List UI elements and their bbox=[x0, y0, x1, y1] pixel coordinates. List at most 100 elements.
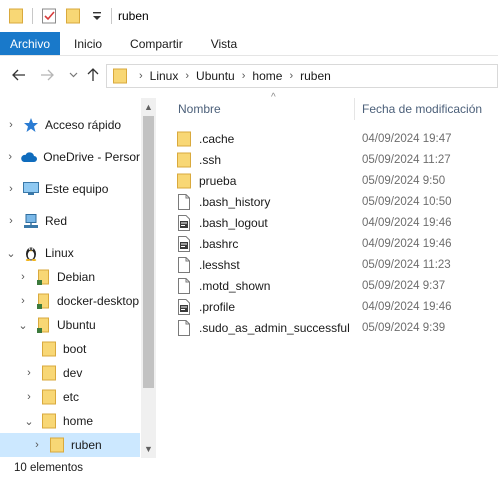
folder-icon bbox=[176, 131, 192, 147]
file-name: .profile bbox=[199, 299, 236, 314]
file-row[interactable]: .sudo_as_admin_successful 05/09/2024 9:39 bbox=[176, 317, 498, 338]
file-row[interactable]: .bashrc 04/09/2024 19:46 bbox=[176, 233, 498, 254]
chevron-right-icon[interactable]: › bbox=[289, 70, 293, 82]
back-button[interactable] bbox=[8, 64, 30, 86]
forward-button[interactable] bbox=[36, 64, 58, 86]
breadcrumb-home[interactable]: home bbox=[252, 69, 282, 83]
file-row[interactable]: .ssh 05/09/2024 11:27 bbox=[176, 149, 498, 170]
chevron-down-icon[interactable]: ⌄ bbox=[24, 415, 34, 428]
tree-item-ruben[interactable]: › ruben bbox=[0, 433, 140, 457]
quick-access-dropdown-icon[interactable] bbox=[89, 8, 105, 24]
chevron-right-icon[interactable]: › bbox=[242, 70, 246, 82]
breadcrumb-ubuntu[interactable]: Ubuntu bbox=[196, 69, 235, 83]
file-list: ^ Nombre Fecha de modificación .cache 04/… bbox=[164, 92, 498, 458]
tree-item-este-equipo[interactable]: › Este equipo bbox=[0, 177, 140, 201]
arrow-up-icon bbox=[87, 68, 99, 81]
navigation-pane-scrollbar[interactable]: ▲ ▼ bbox=[141, 98, 156, 458]
scroll-up-arrow-icon[interactable]: ▲ bbox=[141, 100, 156, 114]
file-icon bbox=[176, 256, 192, 273]
tree-item-etc[interactable]: › etc bbox=[0, 385, 140, 409]
chevron-right-icon[interactable]: › bbox=[6, 183, 16, 195]
chevron-right-icon[interactable]: › bbox=[6, 119, 16, 131]
recent-locations-button[interactable] bbox=[62, 64, 84, 86]
tree-item-label: Este equipo bbox=[45, 182, 109, 196]
file-modified-date: 04/09/2024 19:46 bbox=[362, 300, 452, 313]
script-file-icon bbox=[176, 214, 192, 231]
chevron-down-icon[interactable]: ⌄ bbox=[18, 319, 28, 332]
navigation-pane: › Acceso rápido › OneDrive - Persor › Es… bbox=[0, 98, 156, 458]
tree-item-dev[interactable]: › dev bbox=[0, 361, 140, 385]
folder-icon bbox=[40, 365, 57, 381]
file-row[interactable]: .bash_history 05/09/2024 10:50 bbox=[176, 191, 498, 212]
arrow-left-icon bbox=[12, 69, 25, 81]
arrow-right-icon bbox=[41, 69, 54, 81]
file-row[interactable]: .motd_shown 05/09/2024 9:37 bbox=[176, 275, 498, 296]
tree-item-docker-desktop[interactable]: › docker-desktop bbox=[0, 289, 140, 313]
tree-item-debian[interactable]: › Debian bbox=[0, 265, 140, 289]
tree-item-label: Linux bbox=[45, 246, 74, 260]
script-file-icon bbox=[176, 298, 192, 315]
file-row[interactable]: .bash_logout 04/09/2024 19:46 bbox=[176, 212, 498, 233]
tree-item-label: OneDrive - Persor bbox=[43, 150, 140, 164]
file-row[interactable]: prueba 05/09/2024 9:50 bbox=[176, 170, 498, 191]
tab-vista[interactable]: Vista bbox=[197, 32, 251, 55]
chevron-right-icon[interactable]: › bbox=[6, 215, 16, 227]
file-name: .lesshst bbox=[199, 257, 240, 272]
tree-item-label: boot bbox=[63, 342, 87, 356]
chevron-right-icon[interactable]: › bbox=[18, 295, 28, 307]
up-button[interactable] bbox=[82, 64, 104, 86]
file-modified-date: 05/09/2024 9:39 bbox=[362, 321, 446, 334]
chevron-right-icon[interactable]: › bbox=[24, 391, 34, 403]
file-icon bbox=[176, 277, 192, 294]
penguin-icon bbox=[22, 245, 39, 261]
chevron-right-icon[interactable]: › bbox=[18, 271, 28, 283]
script-file-icon bbox=[176, 235, 192, 252]
folder-icon bbox=[34, 269, 51, 285]
chevron-right-icon[interactable]: › bbox=[185, 70, 189, 82]
breadcrumb-ruben[interactable]: ruben bbox=[300, 69, 331, 83]
tree-item-linux[interactable]: ⌄ Linux bbox=[0, 241, 140, 265]
scrollbar-thumb[interactable] bbox=[143, 116, 154, 388]
chevron-right-icon[interactable]: › bbox=[24, 367, 34, 379]
breadcrumb-linux[interactable]: Linux bbox=[150, 69, 179, 83]
tree-item-label: home bbox=[63, 414, 94, 428]
properties-check-icon[interactable] bbox=[41, 8, 57, 24]
file-name: .cache bbox=[199, 131, 235, 146]
cloud-icon bbox=[20, 149, 38, 165]
file-modified-date: 05/09/2024 10:50 bbox=[362, 195, 452, 208]
column-header-modified[interactable]: Fecha de modificación bbox=[362, 94, 498, 124]
title-bar: ruben bbox=[0, 0, 498, 32]
folder-icon bbox=[176, 173, 192, 189]
file-row[interactable]: .profile 04/09/2024 19:46 bbox=[176, 296, 498, 317]
tab-inicio[interactable]: Inicio bbox=[60, 32, 116, 55]
tab-archivo[interactable]: Archivo bbox=[0, 32, 61, 55]
file-modified-date: 04/09/2024 19:47 bbox=[362, 132, 452, 145]
tree-item-red[interactable]: › Red bbox=[0, 209, 140, 233]
new-folder-icon[interactable] bbox=[65, 8, 81, 24]
tree-item-boot[interactable]: boot bbox=[0, 337, 140, 361]
file-name: .bashrc bbox=[199, 236, 239, 251]
chevron-right-icon: › bbox=[139, 70, 143, 82]
window-title: ruben bbox=[118, 9, 149, 23]
tree-item-label: Red bbox=[45, 214, 68, 228]
divider bbox=[111, 8, 112, 24]
chevron-down-icon[interactable]: ⌄ bbox=[6, 247, 16, 260]
file-row[interactable]: .cache 04/09/2024 19:47 bbox=[176, 128, 498, 149]
tree-item-acceso-rapido[interactable]: › Acceso rápido bbox=[0, 113, 140, 137]
chevron-right-icon[interactable]: › bbox=[32, 439, 42, 451]
chevron-right-icon[interactable]: › bbox=[6, 151, 14, 163]
column-header-name[interactable]: ^ Nombre bbox=[178, 92, 348, 124]
tree-item-onedrive[interactable]: › OneDrive - Persor bbox=[0, 145, 140, 169]
file-name-cell: .bash_history bbox=[176, 193, 362, 210]
tree-item-home[interactable]: ⌄ home bbox=[0, 409, 140, 433]
scroll-down-arrow-icon[interactable]: ▼ bbox=[141, 442, 156, 456]
tree-item-ubuntu[interactable]: ⌄ Ubuntu bbox=[0, 313, 140, 337]
file-modified-date: 05/09/2024 9:37 bbox=[362, 279, 446, 292]
chevron-down-icon bbox=[69, 72, 77, 78]
file-name-cell: .bash_logout bbox=[176, 214, 362, 231]
file-row[interactable]: .lesshst 05/09/2024 11:23 bbox=[176, 254, 498, 275]
file-modified-date: 05/09/2024 11:27 bbox=[362, 153, 451, 166]
column-divider[interactable] bbox=[354, 98, 355, 120]
tab-compartir[interactable]: Compartir bbox=[116, 32, 197, 55]
address-bar[interactable]: › Linux › Ubuntu › home › ruben bbox=[106, 64, 498, 88]
